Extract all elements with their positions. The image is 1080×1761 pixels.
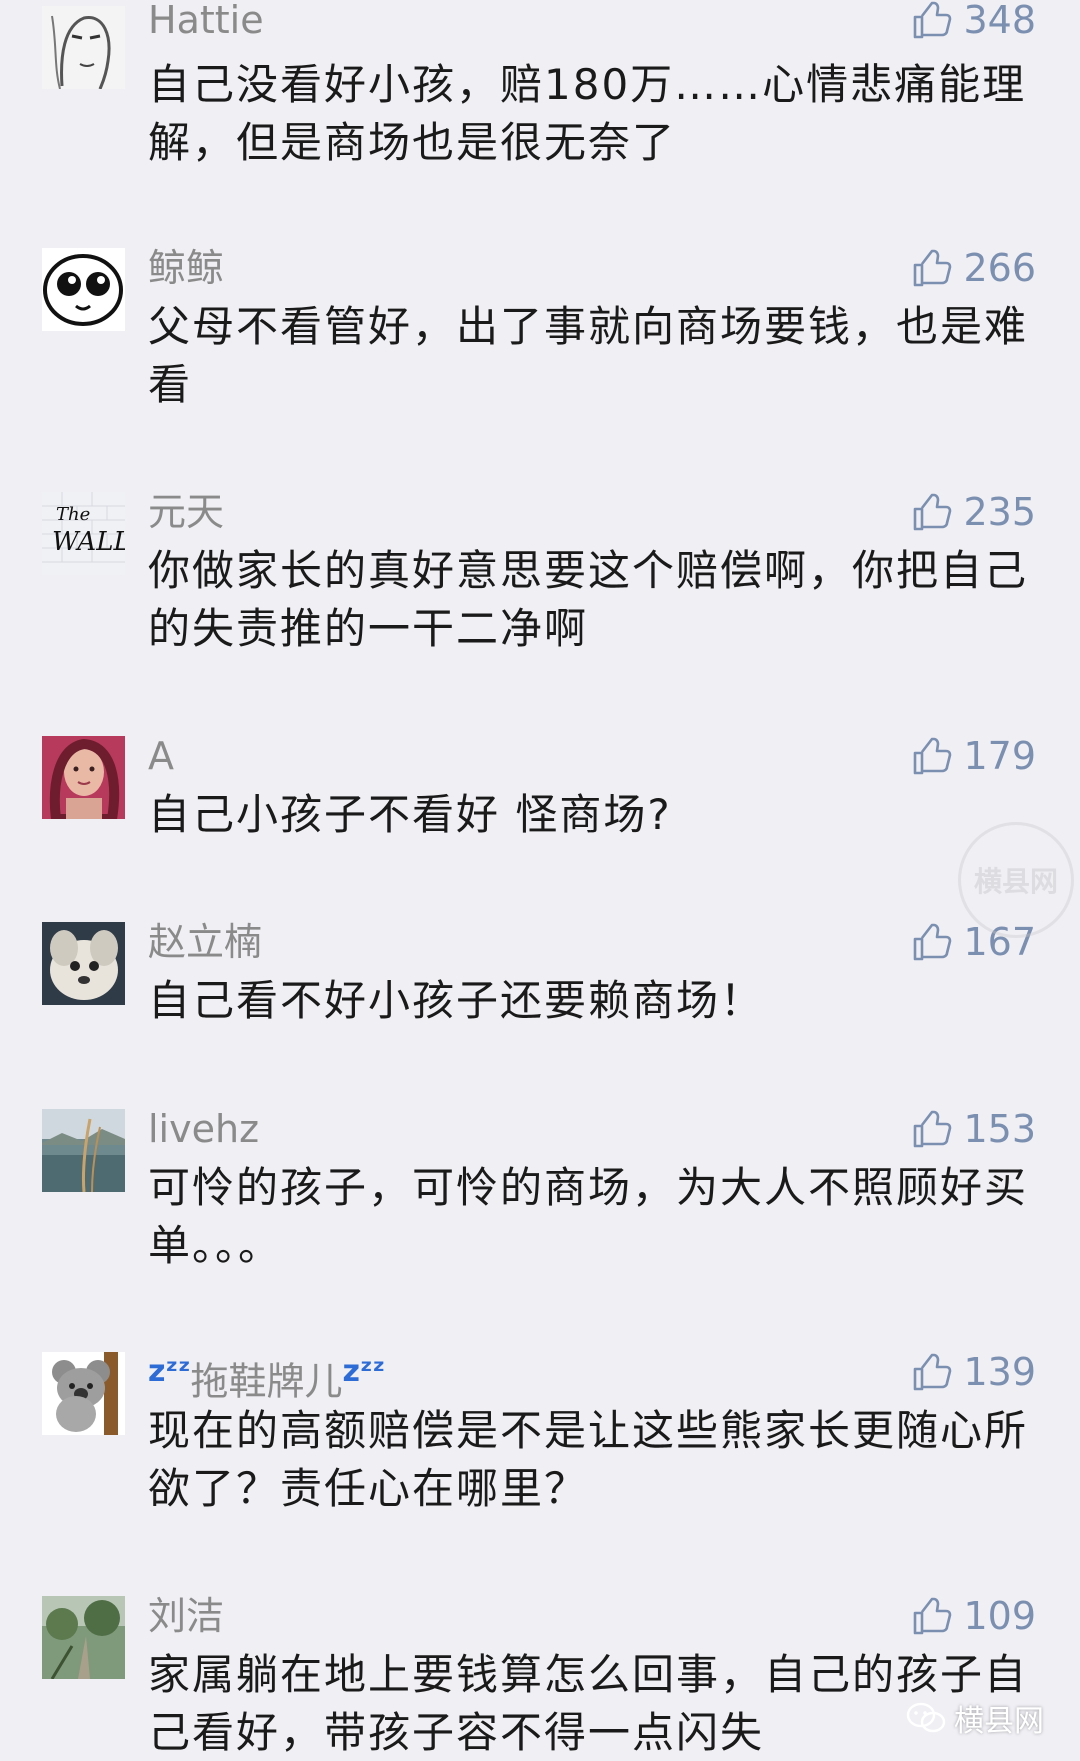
commenter-name[interactable]: 赵立楠 <box>148 916 262 968</box>
like-button[interactable]: 348 <box>911 0 1036 46</box>
thumbs-up-icon <box>911 247 953 289</box>
sleep-zz-icon: zᶻᶻ <box>148 1354 191 1389</box>
avatar[interactable] <box>42 1352 125 1435</box>
comment-text: 自己没看好小孩，赔180万……心情悲痛能理解，但是商场也是很无奈了 <box>148 60 1027 167</box>
comment-text: 自己看不好小孩子还要赖商场！ <box>148 976 765 1025</box>
thumbs-up-icon <box>911 735 953 777</box>
comment-text: 父母不看管好，出了事就向商场要钱，也是难看 <box>148 302 1029 409</box>
sleep-zz-icon: zᶻᶻ <box>342 1354 386 1389</box>
like-count: 235 <box>963 490 1036 534</box>
wechat-icon <box>906 1702 946 1733</box>
watermark: 横县网 <box>906 1696 1044 1740</box>
like-button[interactable]: 266 <box>911 242 1036 294</box>
avatar[interactable]: The WALL <box>42 492 125 575</box>
comment-text: 可怜的孩子，可怜的商场，为大人不照顾好买单。。。 <box>148 1163 1029 1270</box>
like-button[interactable]: 153 <box>911 1103 1036 1155</box>
comment-text: 现在的高额赔偿是不是让这些熊家长更随心所欲了？责任心在哪里？ <box>148 1406 1029 1513</box>
thumbs-up-icon <box>911 921 953 963</box>
comment-text: 你做家长的真好意思要这个赔偿啊，你把自己的失责推的一干二净啊 <box>148 546 1029 653</box>
commenter-name[interactable]: livehz <box>148 1103 259 1155</box>
thumbs-up-icon <box>911 0 953 41</box>
thumbs-up-icon <box>911 491 953 533</box>
like-count: 139 <box>963 1350 1036 1394</box>
comment-list: Hattie 348 自己没看好小孩，赔180万……心情悲痛能理解，但是商场也是… <box>0 0 1080 1761</box>
commenter-name[interactable]: Hattie <box>148 0 264 46</box>
like-button[interactable]: 139 <box>911 1346 1036 1398</box>
like-button[interactable]: 179 <box>911 730 1036 782</box>
commenter-name[interactable]: A <box>148 730 174 782</box>
like-button[interactable]: 109 <box>911 1590 1036 1642</box>
like-count: 348 <box>963 0 1036 42</box>
like-count: 109 <box>963 1594 1036 1638</box>
like-count: 153 <box>963 1107 1036 1151</box>
watermark-seal: 横县网 <box>958 822 1074 938</box>
avatar[interactable] <box>42 6 125 89</box>
commenter-name[interactable]: zᶻᶻ拖鞋牌儿zᶻᶻ <box>148 1346 385 1408</box>
avatar[interactable] <box>42 736 125 819</box>
svg-text:The: The <box>56 504 90 525</box>
svg-text:WALL: WALL <box>52 527 125 557</box>
commenter-name[interactable]: 鲸鲸 <box>148 242 224 294</box>
avatar[interactable] <box>42 1109 125 1192</box>
thumbs-up-icon <box>911 1595 953 1637</box>
comment-text: 家属躺在地上要钱算怎么回事，自己的孩子自己看好，带孩子容不得一点闪失 <box>148 1650 1029 1757</box>
avatar[interactable] <box>42 1596 125 1679</box>
commenter-name[interactable]: 刘洁 <box>148 1590 224 1642</box>
comment-text: 自己小孩子不看好 怪商场? <box>148 790 672 839</box>
commenter-name[interactable]: 元天 <box>148 486 224 538</box>
like-count: 179 <box>963 734 1036 778</box>
watermark-text: 横县网 <box>954 1704 1044 1739</box>
thumbs-up-icon <box>911 1108 953 1150</box>
like-button[interactable]: 235 <box>911 486 1036 538</box>
thumbs-up-icon <box>911 1351 953 1393</box>
avatar[interactable] <box>42 922 125 1005</box>
like-count: 266 <box>963 246 1036 290</box>
avatar[interactable] <box>42 248 125 331</box>
